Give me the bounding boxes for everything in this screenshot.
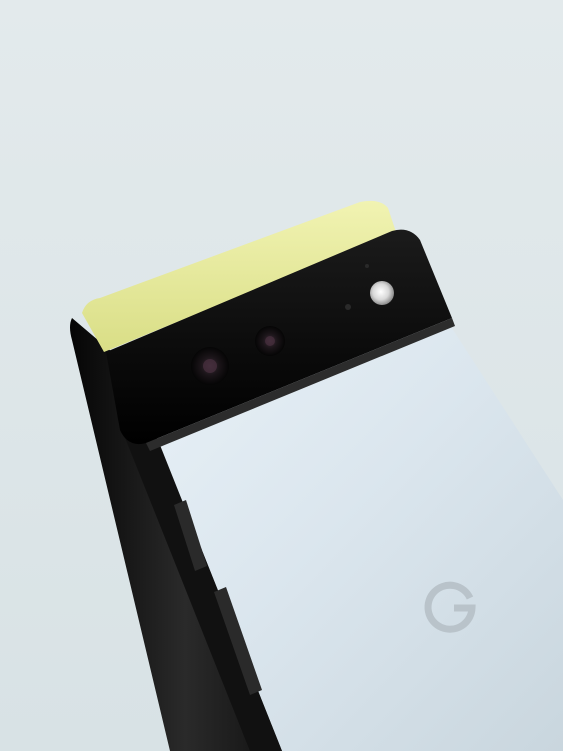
mic-dot — [365, 264, 369, 268]
phone-illustration — [0, 0, 563, 751]
sensor-dot — [345, 304, 351, 310]
camera-flash — [370, 281, 394, 305]
main-lens-core — [203, 359, 217, 373]
wide-lens-core — [265, 336, 275, 346]
photo-scene — [0, 0, 563, 751]
